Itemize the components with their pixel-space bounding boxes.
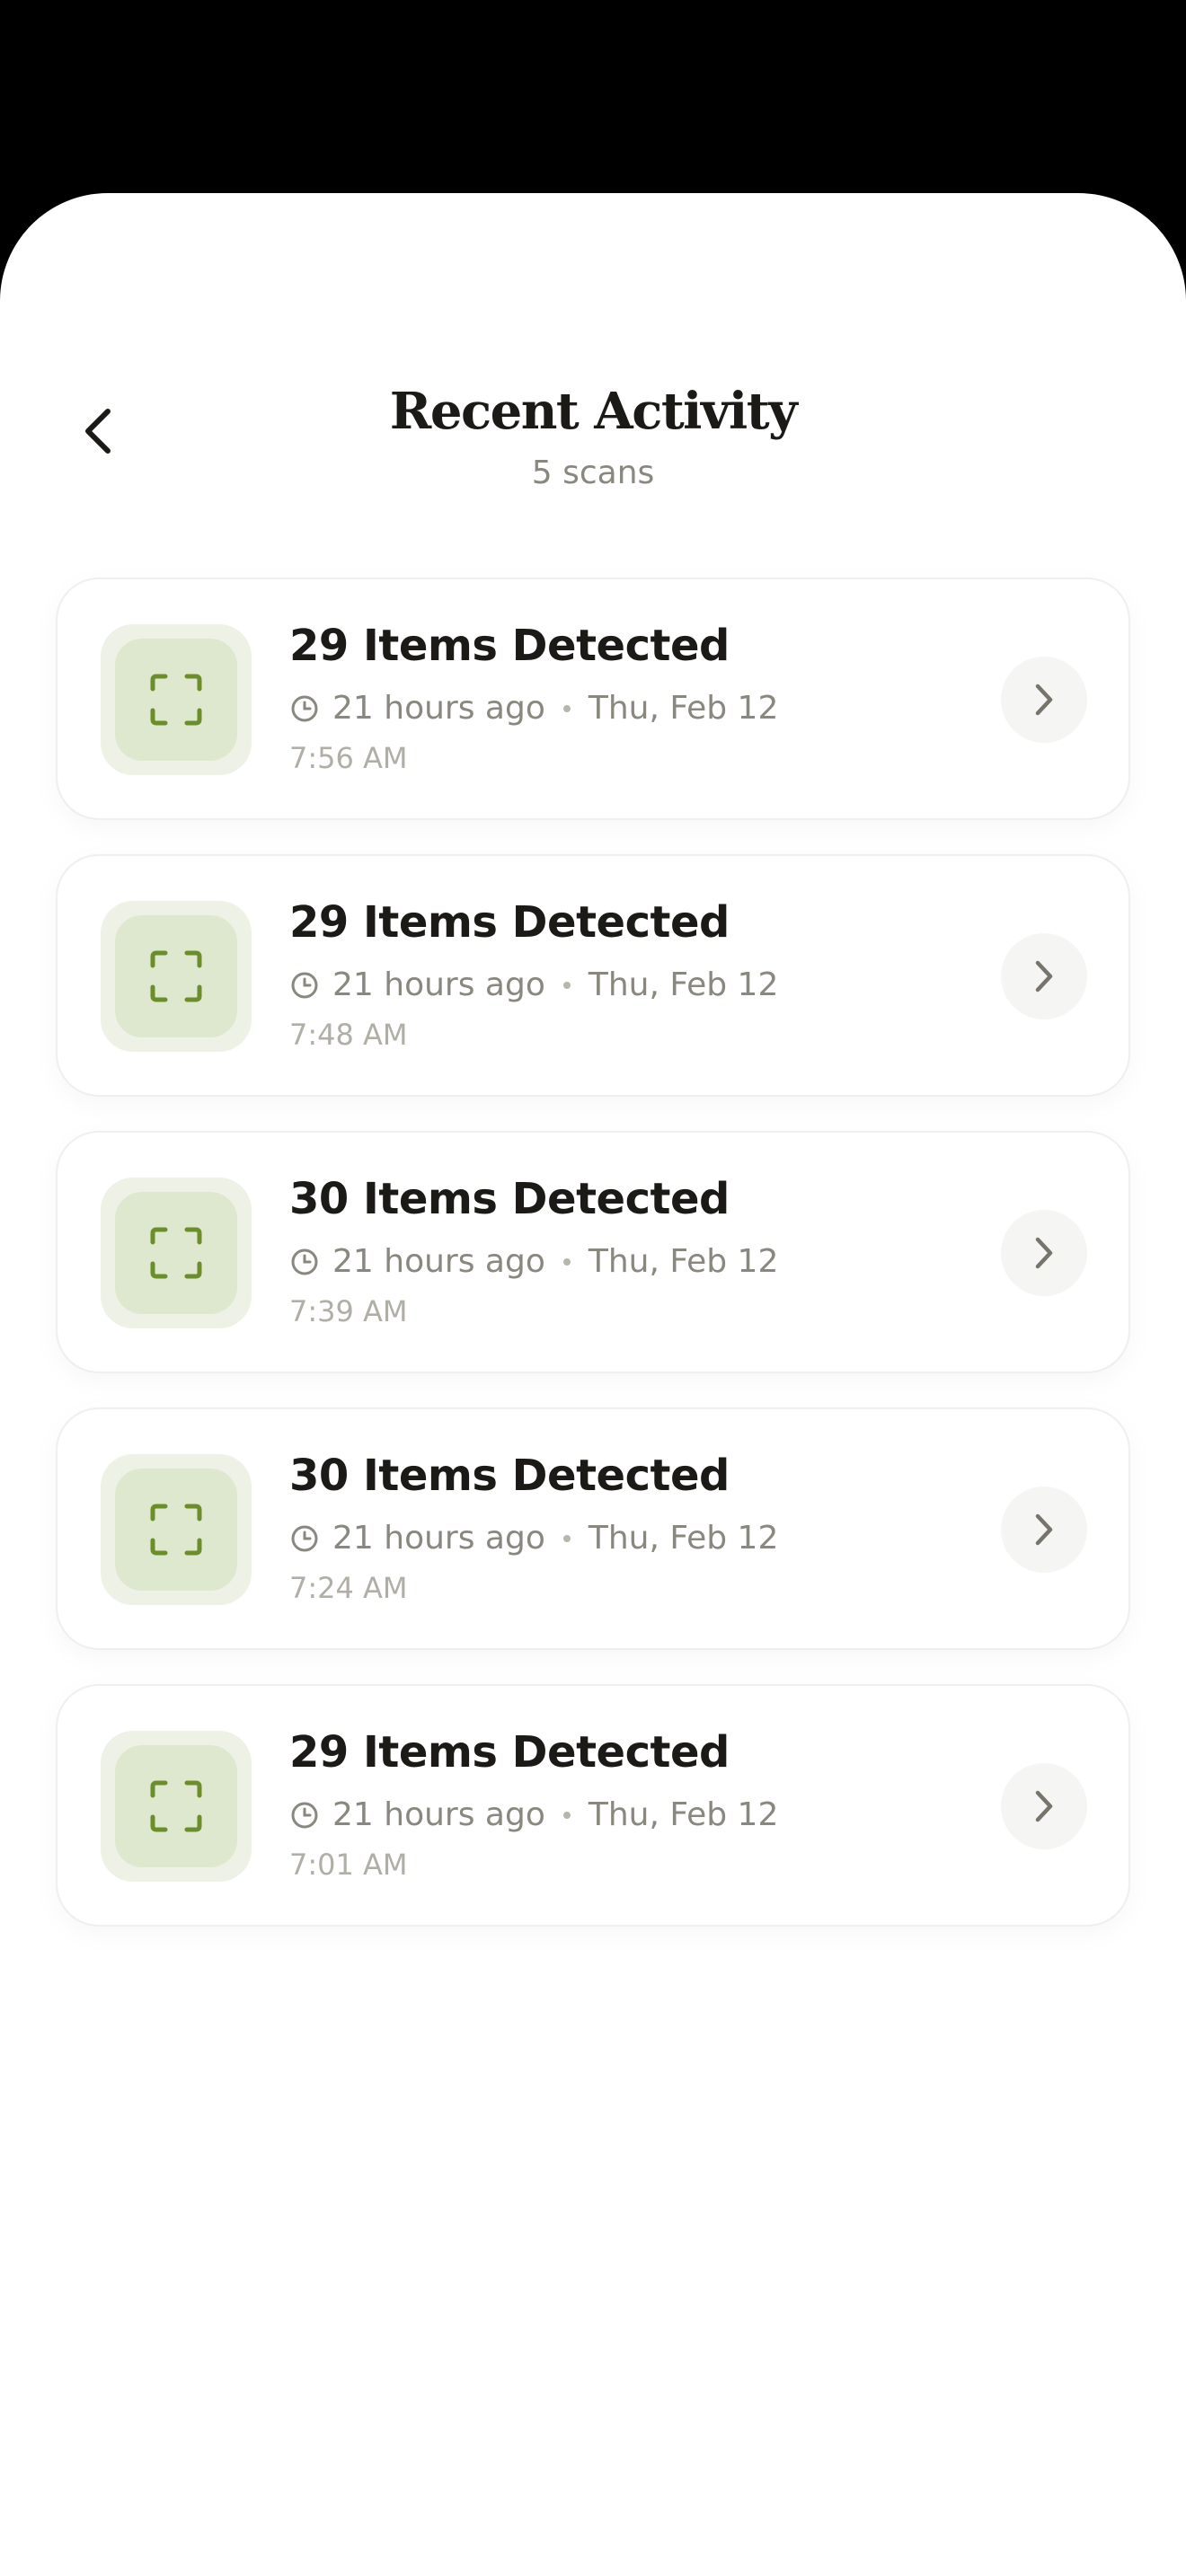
scan-thumbnail <box>101 624 252 775</box>
recent-activity-sheet: Recent Activity 5 scans 29 Items Detecte… <box>0 193 1186 2576</box>
scan-meta: 21 hours ago Thu, Feb 12 <box>289 1242 778 1281</box>
open-scan-button[interactable] <box>1001 1486 1087 1573</box>
scan-list: 29 Items Detected 21 hours ago Thu, Feb … <box>56 578 1130 1961</box>
scan-count: 5 scans <box>531 454 655 491</box>
clock-icon <box>289 970 320 1001</box>
scan-card[interactable]: 29 Items Detected 21 hours ago Thu, Feb … <box>56 854 1130 1097</box>
scan-card[interactable]: 30 Items Detected 21 hours ago Thu, Feb … <box>56 1131 1130 1373</box>
scan-title: 30 Items Detected <box>289 1174 730 1224</box>
open-scan-button[interactable] <box>1001 1210 1087 1296</box>
scan-frame-icon <box>149 1503 203 1557</box>
scan-thumbnail <box>101 1731 252 1882</box>
clock-icon <box>289 693 320 724</box>
scan-title: 29 Items Detected <box>289 621 730 671</box>
scan-frame-icon <box>149 673 203 727</box>
scan-relative-time: 21 hours ago <box>332 1520 545 1557</box>
open-scan-button[interactable] <box>1001 1763 1087 1849</box>
scan-card[interactable]: 29 Items Detected 21 hours ago Thu, Feb … <box>56 578 1130 820</box>
open-scan-button[interactable] <box>1001 933 1087 1019</box>
open-scan-button[interactable] <box>1001 657 1087 743</box>
separator-dot <box>562 1534 571 1542</box>
separator-dot <box>562 704 571 712</box>
scan-thumbnail <box>101 1178 252 1328</box>
scan-card[interactable]: 29 Items Detected 21 hours ago Thu, Feb … <box>56 1684 1130 1927</box>
separator-dot <box>562 981 571 989</box>
scan-card[interactable]: 30 Items Detected 21 hours ago Thu, Feb … <box>56 1407 1130 1650</box>
scan-date: Thu, Feb 12 <box>588 966 779 1003</box>
scan-date: Thu, Feb 12 <box>588 1796 779 1833</box>
scan-time: 7:24 AM <box>289 1571 408 1605</box>
scan-meta: 21 hours ago Thu, Feb 12 <box>289 689 778 728</box>
scan-thumbnail <box>101 901 252 1052</box>
scan-meta: 21 hours ago Thu, Feb 12 <box>289 966 778 1004</box>
scan-relative-time: 21 hours ago <box>332 690 545 727</box>
scan-relative-time: 21 hours ago <box>332 1243 545 1280</box>
clock-icon <box>289 1800 320 1831</box>
scan-frame-icon <box>149 1226 203 1280</box>
scan-relative-time: 21 hours ago <box>332 1796 545 1833</box>
scan-meta: 21 hours ago Thu, Feb 12 <box>289 1795 778 1834</box>
scan-time: 7:56 AM <box>289 741 408 775</box>
clock-icon <box>289 1523 320 1554</box>
scan-date: Thu, Feb 12 <box>588 1243 779 1280</box>
scan-thumbnail <box>101 1454 252 1605</box>
separator-dot <box>562 1257 571 1266</box>
scan-relative-time: 21 hours ago <box>332 966 545 1003</box>
scan-time: 7:39 AM <box>289 1294 408 1328</box>
chevron-right-icon <box>1033 1788 1055 1824</box>
scan-title: 29 Items Detected <box>289 1727 730 1778</box>
scan-frame-icon <box>149 949 203 1003</box>
scan-title: 30 Items Detected <box>289 1451 730 1501</box>
separator-dot <box>562 1811 571 1819</box>
scan-frame-icon <box>149 1779 203 1833</box>
scan-time: 7:48 AM <box>289 1018 408 1052</box>
scan-time: 7:01 AM <box>289 1848 408 1882</box>
chevron-right-icon <box>1033 1512 1055 1548</box>
scan-date: Thu, Feb 12 <box>588 1520 779 1557</box>
chevron-right-icon <box>1033 1235 1055 1271</box>
page-title: Recent Activity <box>389 382 798 441</box>
scan-meta: 21 hours ago Thu, Feb 12 <box>289 1519 778 1557</box>
chevron-right-icon <box>1033 682 1055 718</box>
scan-date: Thu, Feb 12 <box>588 690 779 727</box>
scan-title: 29 Items Detected <box>289 897 730 948</box>
chevron-right-icon <box>1033 958 1055 994</box>
clock-icon <box>289 1247 320 1277</box>
